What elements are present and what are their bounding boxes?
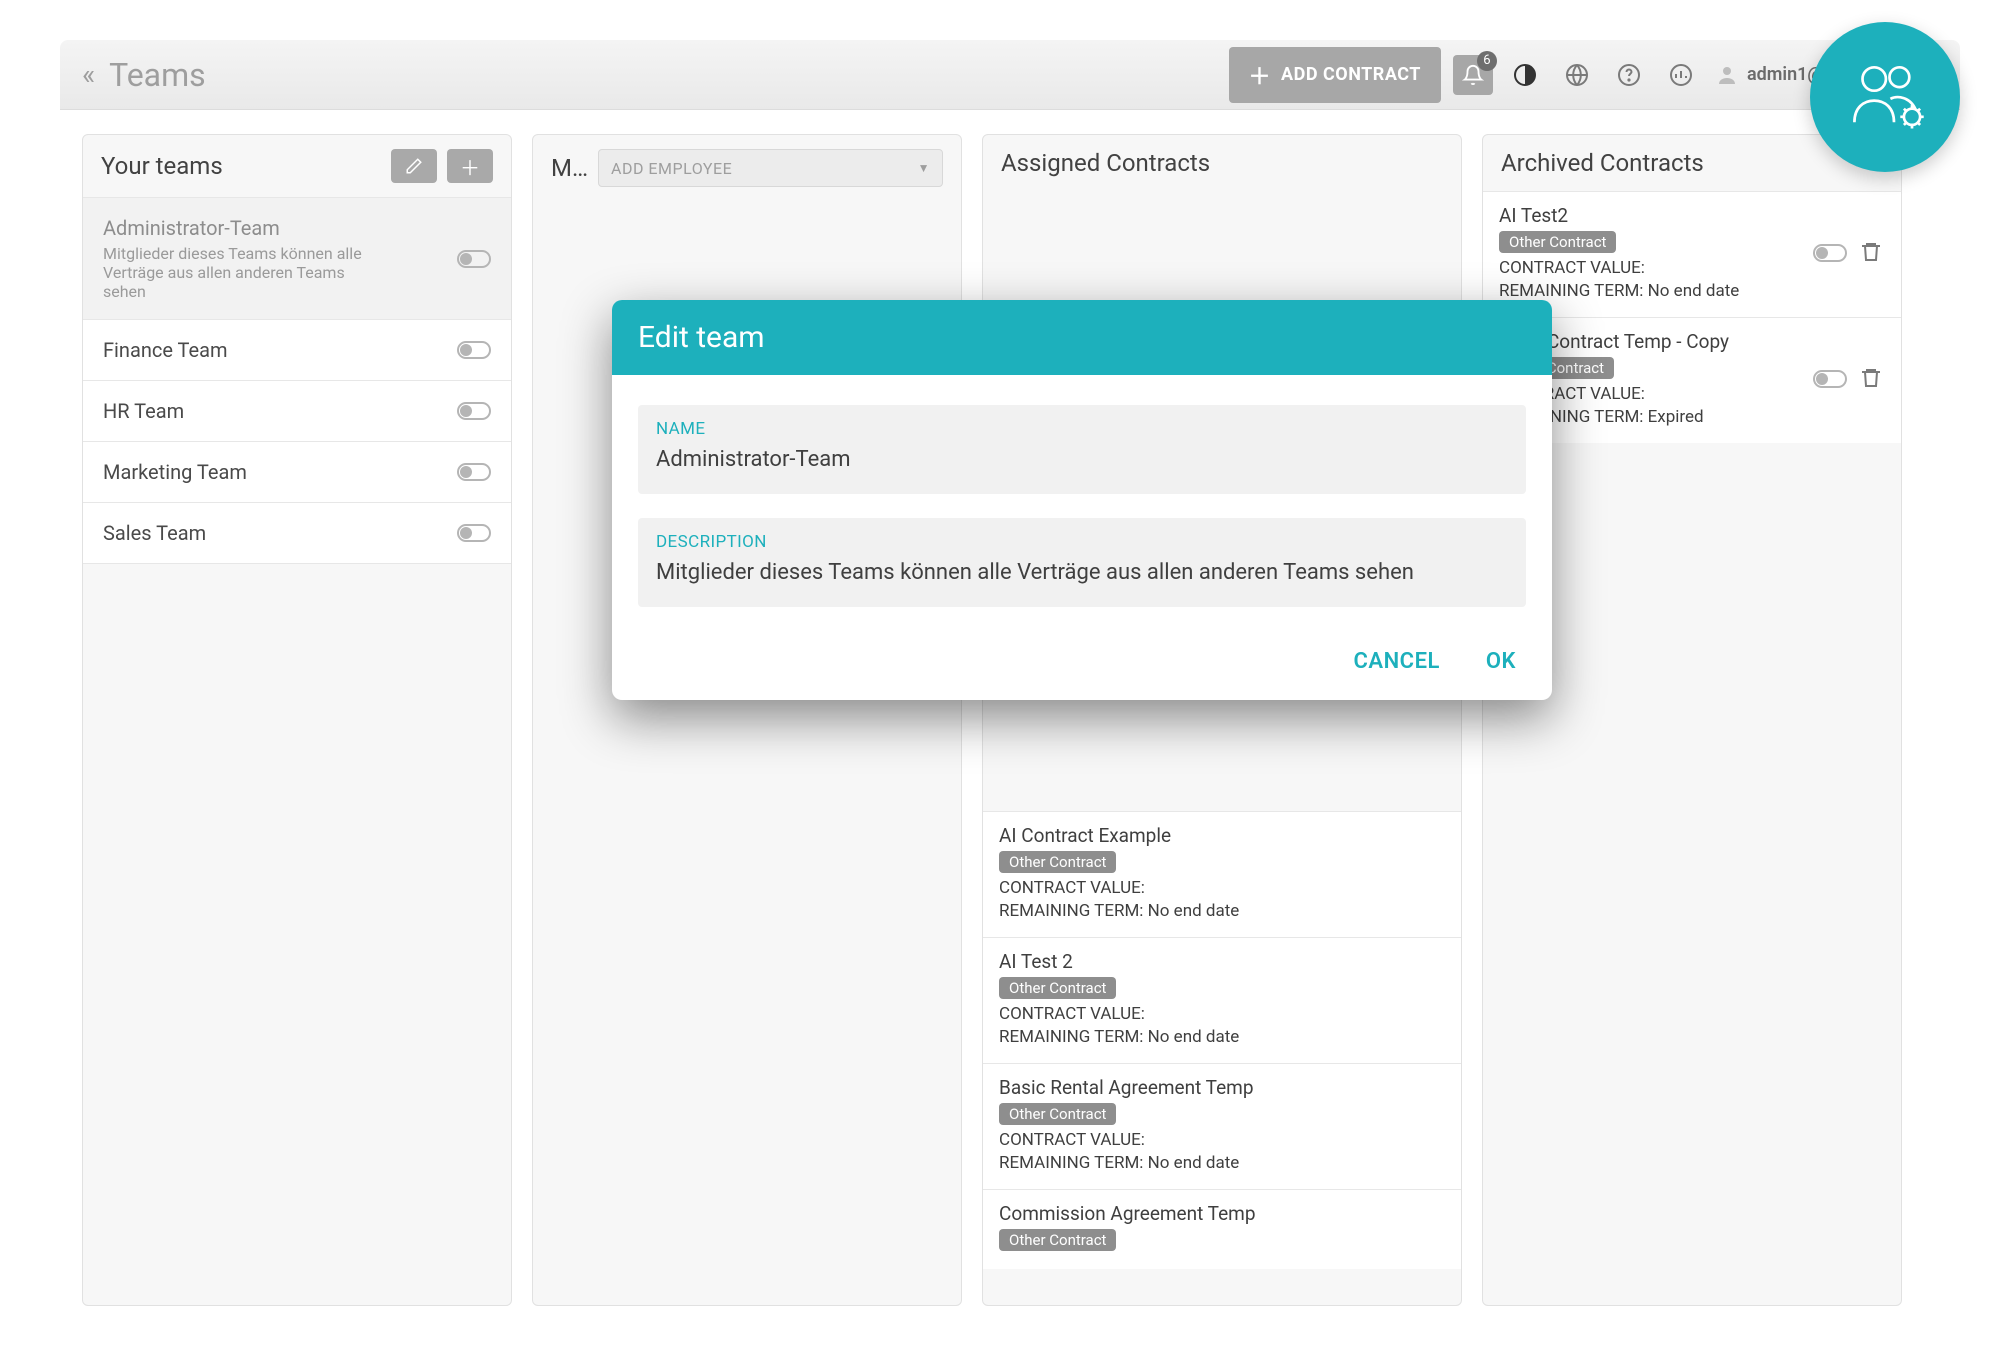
contract-value: CONTRACT VALUE: xyxy=(999,1003,1445,1026)
members-title: M… xyxy=(551,154,588,182)
contract-tag: Other Contract xyxy=(1499,231,1616,253)
team-name: Sales Team xyxy=(103,521,206,545)
contract-card[interactable]: AI Test2 Other Contract CONTRACT VALUE:REM… xyxy=(1483,191,1901,317)
archived-title: Archived Contracts xyxy=(1501,149,1704,177)
app-surface: « Teams ＋ ADD CONTRACT 6 xyxy=(60,40,1960,1330)
trash-icon xyxy=(1859,366,1883,390)
board: Your teams ＋ Administrator-Team Mitgliede… xyxy=(60,110,1960,1330)
notifications-button[interactable]: 6 xyxy=(1453,55,1493,95)
contract-value: CONTRACT VALUE: xyxy=(1499,257,1801,280)
trash-icon xyxy=(1859,240,1883,264)
add-team-button[interactable]: ＋ xyxy=(447,149,493,183)
team-description: Mitglieder dieses Teams können alle Vert… xyxy=(103,244,383,301)
plus-icon: ＋ xyxy=(1249,59,1272,91)
user-icon xyxy=(1715,63,1739,87)
team-item[interactable]: Sales Team xyxy=(83,502,511,564)
plus-icon: ＋ xyxy=(460,152,480,181)
team-item[interactable]: Administrator-Team Mitglieder dieses Team… xyxy=(83,197,511,320)
contract-tag: Other Contract xyxy=(999,977,1116,999)
delete-button[interactable] xyxy=(1859,366,1885,392)
contract-card[interactable]: Basic Rental Agreement Temp Other Contrac… xyxy=(983,1063,1461,1189)
chevron-down-icon: ▼ xyxy=(918,161,930,175)
archive-toggle[interactable] xyxy=(1813,370,1847,388)
archived-contracts-column: Archived Contracts AI Test2 Other Contrac… xyxy=(1482,134,1902,1306)
contract-tag: Other Contract xyxy=(999,1229,1116,1251)
contract-tag: SaaS Contract xyxy=(1499,357,1614,379)
team-name: Finance Team xyxy=(103,338,228,362)
add-contract-label: ADD CONTRACT xyxy=(1281,64,1421,85)
contract-tag: Other Contract xyxy=(999,1103,1116,1125)
dashboard-button[interactable] xyxy=(1661,55,1701,95)
contract-card[interactable]: AI Contract Example Other Contract CONTRAC… xyxy=(983,811,1461,937)
back-button[interactable]: « xyxy=(82,58,95,91)
team-name: Marketing Team xyxy=(103,460,247,484)
contract-term: REMAINING TERM: No end date xyxy=(999,1152,1445,1175)
contract-value: CONTRACT VALUE: xyxy=(1499,383,1801,406)
contract-value: CONTRACT VALUE: xyxy=(999,877,1445,900)
notification-badge: 6 xyxy=(1477,51,1497,71)
team-name: Administrator-Team xyxy=(103,216,383,240)
contract-title: Basic Rental Agreement Temp xyxy=(999,1076,1445,1099)
delete-button[interactable] xyxy=(1859,240,1885,266)
contract-term: REMAINING TERM: No end date xyxy=(1499,280,1801,303)
contract-term: REMAINING TERM: Expired xyxy=(1499,406,1801,429)
contract-title: AI Contract Example xyxy=(999,824,1445,847)
contract-value: CONTRACT VALUE: xyxy=(999,1129,1445,1152)
add-employee-dropdown[interactable]: ADD EMPLOYEE ▼ xyxy=(598,149,943,187)
contract-card[interactable]: Commission Agreement Temp Other Contract xyxy=(983,1189,1461,1269)
team-toggle[interactable] xyxy=(457,341,491,359)
contract-term: REMAINING TERM: No end date xyxy=(999,1026,1445,1049)
team-toggle[interactable] xyxy=(457,524,491,542)
chart-icon xyxy=(1669,63,1693,87)
members-column: M… ADD EMPLOYEE ▼ xyxy=(532,134,962,1306)
help-button[interactable] xyxy=(1609,55,1649,95)
globe-icon xyxy=(1565,63,1589,87)
help-icon xyxy=(1617,63,1641,87)
theme-toggle-button[interactable] xyxy=(1505,55,1545,95)
team-item[interactable]: Marketing Team xyxy=(83,441,511,503)
contract-title: AI Test2 xyxy=(1499,204,1801,227)
contract-title: Commission Agreement Temp xyxy=(999,1202,1445,1225)
language-button[interactable] xyxy=(1557,55,1597,95)
contrast-icon xyxy=(1513,63,1537,87)
team-toggle[interactable] xyxy=(457,402,491,420)
team-name: HR Team xyxy=(103,399,184,423)
your-teams-title: Your teams xyxy=(101,152,223,180)
contract-title: AI Test 2 xyxy=(999,950,1445,973)
contract-tag: Other Contract xyxy=(999,851,1116,873)
contract-card[interactable]: AI Test 2 Other Contract CONTRACT VALUE:RE… xyxy=(983,937,1461,1063)
page-title: Teams xyxy=(109,56,206,94)
topbar: « Teams ＋ ADD CONTRACT 6 xyxy=(60,40,1960,110)
assigned-title: Assigned Contracts xyxy=(1001,149,1210,177)
team-admin-fab[interactable] xyxy=(1810,22,1960,172)
contract-title: SaaS Contract Temp - Copy xyxy=(1499,330,1801,353)
team-gear-icon xyxy=(1840,52,1930,142)
team-toggle[interactable] xyxy=(457,250,491,268)
team-toggle[interactable] xyxy=(457,463,491,481)
assigned-contracts-column: Assigned Contracts AI Contract Example Ot… xyxy=(982,134,1462,1306)
team-item[interactable]: HR Team xyxy=(83,380,511,442)
edit-team-button[interactable] xyxy=(391,149,437,183)
archive-toggle[interactable] xyxy=(1813,244,1847,262)
contract-card[interactable]: SaaS Contract Temp - Copy SaaS Contract CO… xyxy=(1483,317,1901,443)
contract-term: REMAINING TERM: No end date xyxy=(999,900,1445,923)
add-employee-placeholder: ADD EMPLOYEE xyxy=(611,159,732,178)
team-item[interactable]: Finance Team xyxy=(83,319,511,381)
pencil-icon xyxy=(405,157,423,175)
add-contract-button[interactable]: ＋ ADD CONTRACT xyxy=(1229,47,1441,103)
your-teams-column: Your teams ＋ Administrator-Team Mitgliede… xyxy=(82,134,512,1306)
